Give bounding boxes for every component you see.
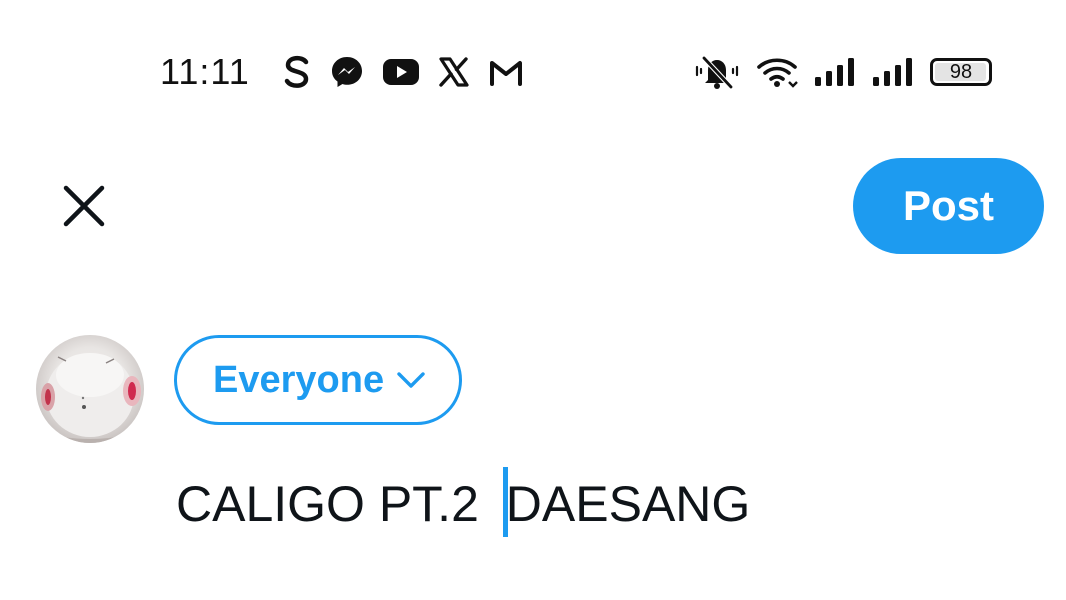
youtube-icon [382, 58, 420, 86]
avatar[interactable] [36, 335, 144, 443]
signal-icon [814, 57, 858, 87]
gmail-icon [488, 58, 524, 86]
battery-icon: 98 [930, 58, 992, 86]
post-text-input[interactable]: CALIGO PT.2 DAESANG [176, 467, 751, 537]
avatar-image [36, 353, 144, 443]
skype-icon [282, 54, 312, 90]
post-text-after-cursor: DAESANG [505, 476, 751, 532]
x-icon [438, 56, 470, 88]
text-cursor [502, 467, 508, 537]
mute-icon [692, 54, 742, 90]
audience-selector[interactable]: Everyone [174, 335, 462, 425]
signal-icon [872, 57, 916, 87]
wifi-icon [756, 55, 800, 89]
close-icon [63, 185, 105, 227]
compose-post-screen: 11:11 98 Post Everyone CALIGO PT.2 DAESA… [0, 0, 1066, 600]
post-button[interactable]: Post [853, 158, 1044, 254]
status-right-icons: 98 [692, 52, 992, 92]
status-time: 11:11 [160, 51, 250, 92]
battery-indicator: 98 [930, 58, 992, 86]
chevron-down-icon [397, 372, 425, 388]
post-text-before-cursor: CALIGO PT.2 [176, 476, 493, 532]
messenger-icon [330, 55, 364, 89]
status-left-icons [282, 52, 524, 92]
audience-label: Everyone [213, 358, 385, 401]
close-button[interactable] [56, 178, 112, 234]
battery-level-text: 98 [949, 60, 973, 83]
